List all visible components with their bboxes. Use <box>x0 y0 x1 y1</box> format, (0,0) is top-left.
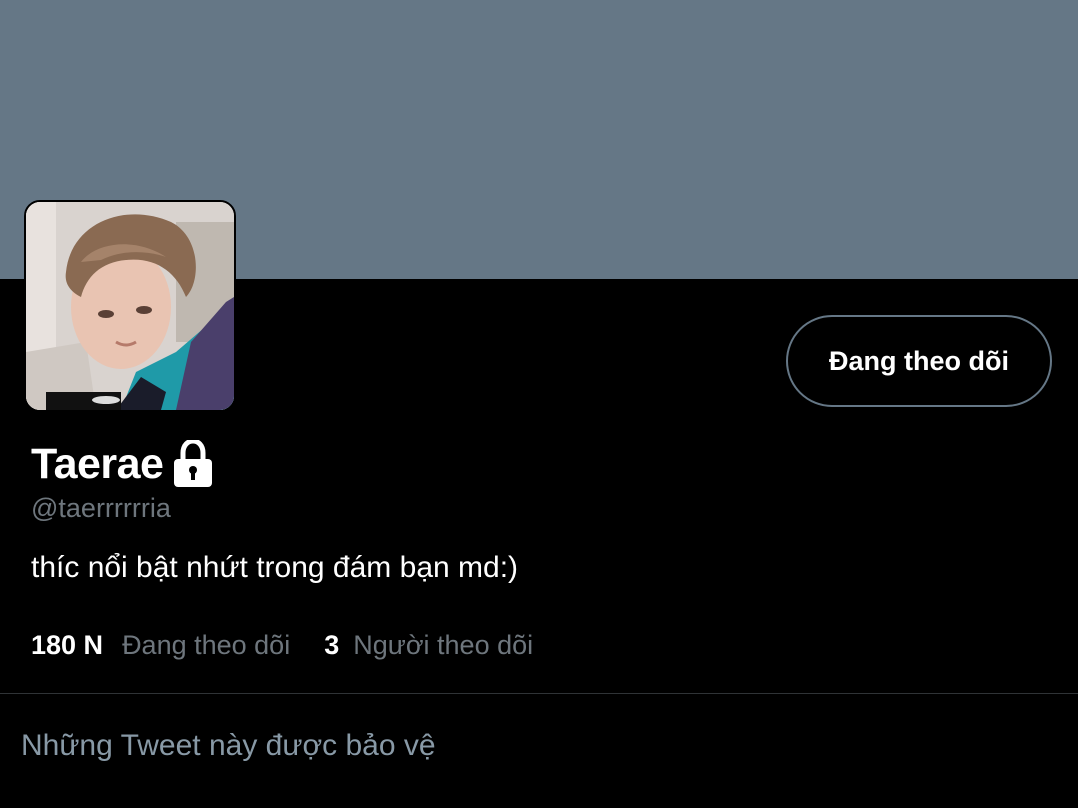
followers-label: Người theo dõi <box>353 629 534 660</box>
profile-stats: 180 N Đang theo dõi 3 Người theo dõi <box>31 626 533 664</box>
following-count: 180 N <box>31 629 104 660</box>
divider <box>0 693 1078 694</box>
following-button[interactable]: Đang theo dõi <box>786 315 1052 407</box>
profile-handle: @taerrrrrria <box>31 493 171 523</box>
avatar[interactable] <box>24 200 236 412</box>
following-label: Đang theo dõi <box>122 629 291 660</box>
profile-bio: thíc nổi bật nhứt trong đám bạn md:) <box>31 551 519 584</box>
following-stat[interactable]: 180 N Đang theo dõi <box>31 630 290 661</box>
followers-stat[interactable]: 3 Người theo dõi <box>324 630 533 661</box>
avatar-photo <box>26 202 234 410</box>
profile-name-row: Taerae <box>31 436 213 492</box>
lock-icon <box>173 438 213 488</box>
display-name: Taerae <box>31 440 164 488</box>
followers-count: 3 <box>324 629 340 660</box>
protected-tweets-message: Những Tweet này được bảo vệ <box>21 729 436 762</box>
